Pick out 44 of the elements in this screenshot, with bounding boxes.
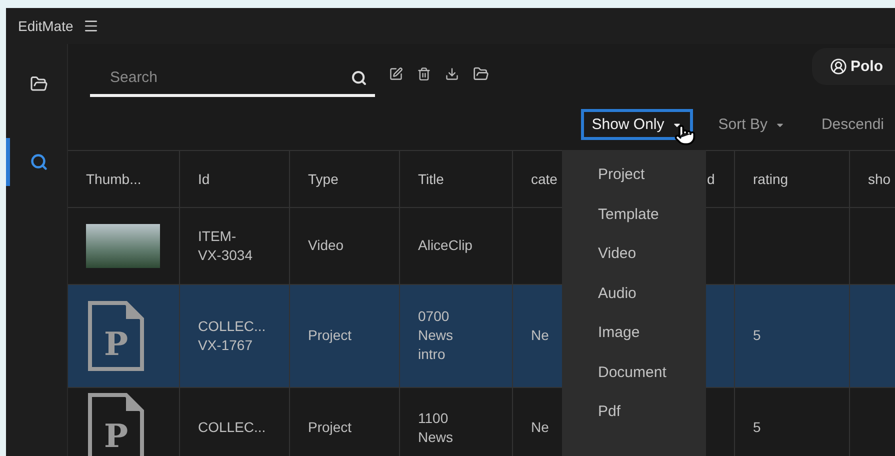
table-cell: Project: [308, 418, 352, 438]
document-icon: P: [86, 298, 146, 373]
table-cell: COLLEC... VX-1767: [198, 316, 266, 355]
table-cell: Project: [308, 326, 352, 346]
user-icon: [830, 58, 846, 75]
menu-item[interactable]: Project: [562, 166, 706, 206]
column-header[interactable]: Type: [308, 170, 338, 187]
table-cell: 0700 News intro: [418, 307, 454, 364]
folder-icon[interactable]: [473, 66, 489, 82]
column-header[interactable]: d: [707, 170, 715, 187]
column-header[interactable]: cate: [531, 170, 558, 187]
menu-item[interactable]: Video: [562, 245, 706, 284]
table-cell: ITEM- VX-3034: [198, 226, 252, 265]
table-cell: AliceClip: [418, 236, 472, 256]
trash-icon[interactable]: [417, 66, 431, 81]
menu-item[interactable]: Audio: [562, 284, 706, 324]
column-header[interactable]: rating: [753, 170, 788, 187]
download-icon[interactable]: [445, 66, 459, 81]
document-icon: P: [86, 390, 146, 456]
column-header[interactable]: Thumb...: [86, 170, 142, 187]
user-button[interactable]: Polo: [812, 48, 895, 85]
search-field[interactable]: Search: [90, 60, 375, 97]
table-cell: 1100 News: [418, 408, 454, 447]
menu-item[interactable]: Template: [562, 206, 706, 245]
dropdown-button[interactable]: Sort By: [707, 109, 796, 140]
toggle-button[interactable]: Descendi: [810, 109, 895, 140]
table-cell: Video: [308, 236, 344, 256]
hand-cursor-icon: [674, 124, 696, 146]
table-cell: Ne: [531, 418, 549, 438]
menu-item[interactable]: Document: [562, 364, 706, 403]
column-header[interactable]: Id: [198, 170, 210, 187]
app-title: EditMate: [18, 18, 74, 34]
menu-item[interactable]: Pdf: [562, 403, 706, 442]
table-cell: 5: [753, 418, 761, 438]
table-cell: 5: [753, 326, 761, 346]
column-header[interactable]: sho: [868, 170, 891, 187]
menu-item[interactable]: Image: [562, 324, 706, 364]
column-header[interactable]: Title: [418, 170, 444, 187]
folder-icon[interactable]: [30, 75, 48, 93]
menu-icon[interactable]: [83, 18, 100, 34]
edit-icon[interactable]: [389, 66, 403, 81]
search-icon[interactable]: [351, 70, 367, 86]
table-cell: COLLEC...: [198, 418, 266, 438]
table-cell: Ne: [531, 326, 549, 346]
